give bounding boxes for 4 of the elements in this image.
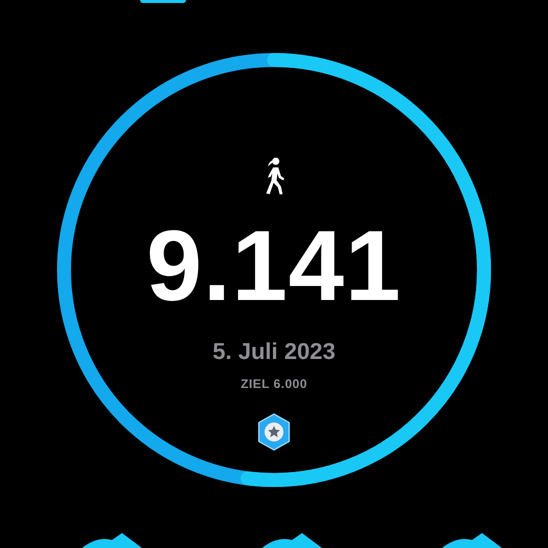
date-label: 5. Juli 2023	[212, 338, 336, 365]
award-badge-icon[interactable]	[257, 413, 291, 451]
goal-label: ZIEL 6.000	[240, 377, 308, 391]
step-count: 9.141	[146, 216, 402, 316]
